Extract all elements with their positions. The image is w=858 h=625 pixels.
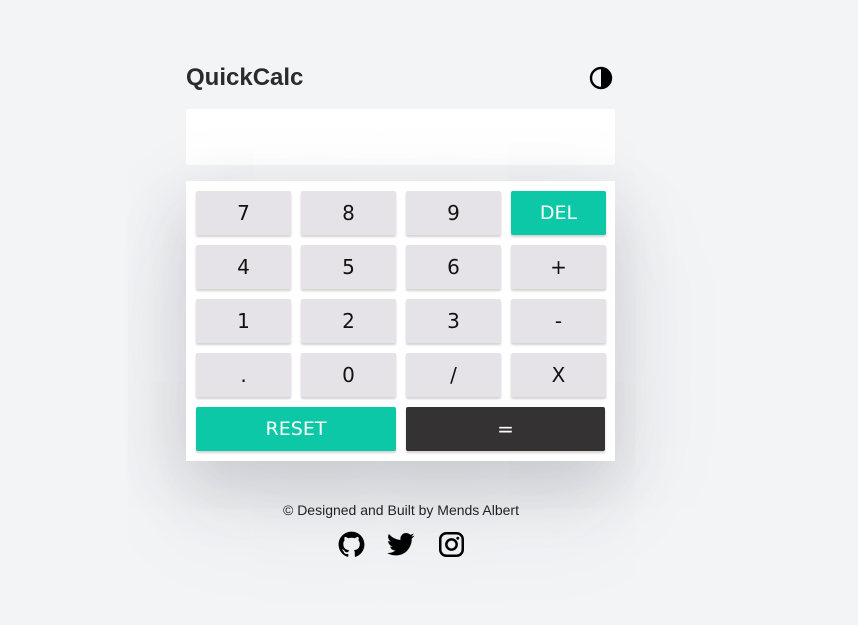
footer: © Designed and Built by Mends Albert — [0, 502, 802, 558]
instagram-link[interactable] — [437, 530, 465, 558]
calculator-display — [186, 109, 615, 165]
keypad: 7 8 9 DEL 4 5 6 + 1 2 3 - . 0 / X RESET … — [186, 181, 615, 461]
key-grid: 7 8 9 DEL 4 5 6 + 1 2 3 - . 0 / X — [196, 191, 606, 397]
github-icon — [338, 531, 364, 557]
key-0[interactable]: 0 — [301, 353, 396, 397]
divide-button[interactable]: / — [406, 353, 501, 397]
multiply-button[interactable]: X — [511, 353, 606, 397]
credit-text: © Designed and Built by Mends Albert — [282, 502, 519, 518]
subtract-button[interactable]: - — [511, 299, 606, 343]
key-6[interactable]: 6 — [406, 245, 501, 289]
reset-button[interactable]: RESET — [196, 407, 396, 451]
key-1[interactable]: 1 — [196, 299, 291, 343]
github-link[interactable] — [337, 530, 365, 558]
twitter-icon — [387, 532, 415, 555]
key-9[interactable]: 9 — [406, 191, 501, 235]
decimal-button[interactable]: . — [196, 353, 291, 397]
header: QuickCalc — [186, 60, 615, 96]
contrast-icon — [589, 66, 613, 90]
add-button[interactable]: + — [511, 245, 606, 289]
key-4[interactable]: 4 — [196, 245, 291, 289]
delete-button[interactable]: DEL — [511, 191, 606, 235]
key-2[interactable]: 2 — [301, 299, 396, 343]
key-8[interactable]: 8 — [301, 191, 396, 235]
calculator-app: QuickCalc 7 8 9 DEL 4 5 6 + 1 2 3 - . 0 … — [186, 60, 615, 461]
theme-toggle-button[interactable] — [588, 65, 614, 91]
equals-button[interactable]: = — [406, 407, 605, 451]
twitter-link[interactable] — [387, 530, 415, 558]
bottom-row: RESET = — [196, 407, 605, 451]
social-links — [0, 530, 802, 558]
key-5[interactable]: 5 — [301, 245, 396, 289]
key-3[interactable]: 3 — [406, 299, 501, 343]
key-7[interactable]: 7 — [196, 191, 291, 235]
app-title: QuickCalc — [186, 64, 304, 91]
instagram-icon — [438, 531, 464, 557]
